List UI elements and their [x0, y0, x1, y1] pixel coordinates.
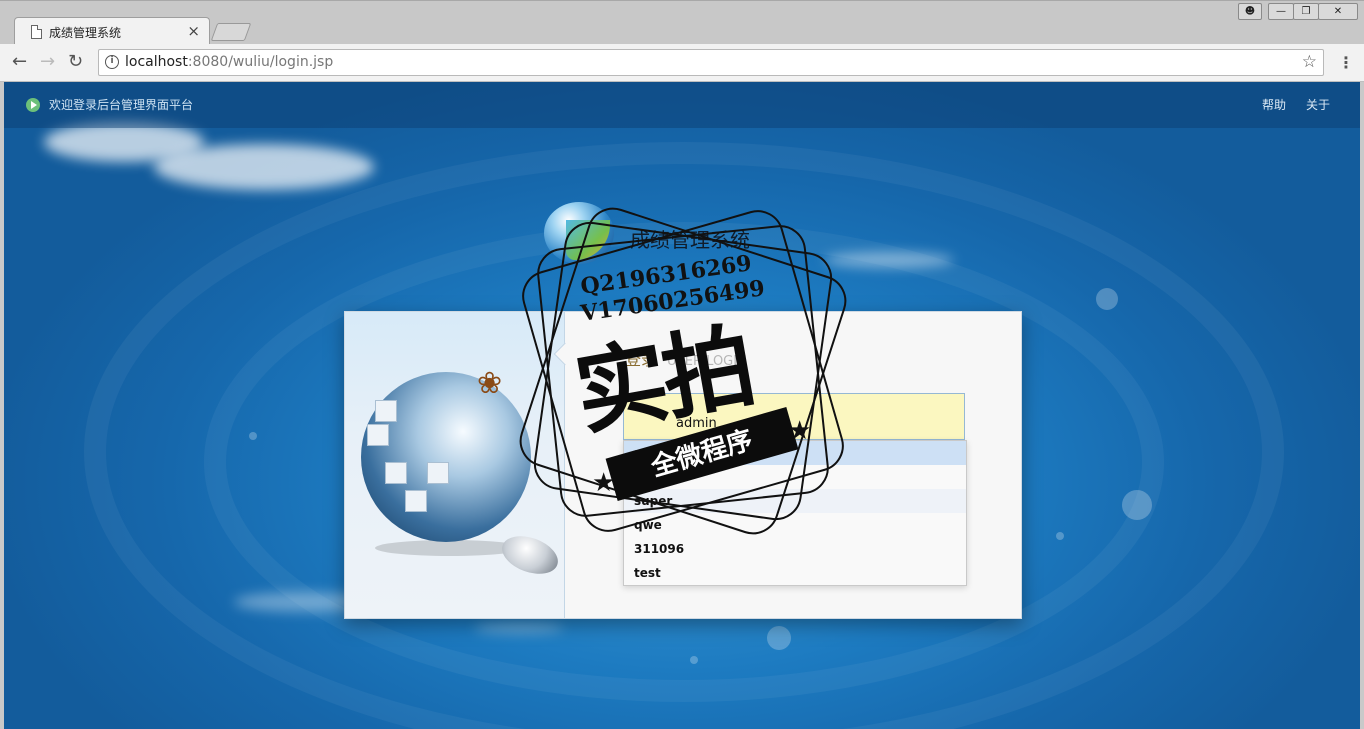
document-icon	[31, 25, 42, 39]
puzzle-piece	[385, 462, 407, 484]
login-heading: 登录 USER LOGIN	[625, 346, 747, 370]
login-illustration: ❀	[345, 312, 565, 618]
forward-arrow-icon[interactable]: →	[40, 52, 55, 72]
browser-toolbar: ← → ↻ i localhost:8080/wuliu/login.jsp ☆…	[0, 44, 1364, 82]
tab-title: 成绩管理系统	[49, 26, 122, 40]
butterfly-icon: ❀	[477, 366, 503, 401]
tab-close-icon[interactable]: ×	[187, 22, 200, 40]
window-titlebar: 成绩管理系统 × ☻ — ❐ ✕	[0, 0, 1364, 46]
profile-icon[interactable]: ☻	[1238, 3, 1262, 20]
reload-icon[interactable]: ↻	[68, 52, 83, 72]
autocomplete-item[interactable]: super	[624, 489, 966, 513]
cloud	[824, 252, 954, 268]
autocomplete-item[interactable]: admin	[624, 441, 966, 465]
logo-globe-icon	[544, 202, 614, 264]
autocomplete-item[interactable]: test	[624, 561, 966, 585]
bookmark-star-icon[interactable]: ☆	[1302, 52, 1317, 72]
welcome-text: 欢迎登录后台管理界面平台	[49, 98, 194, 112]
play-icon	[26, 98, 40, 112]
puzzle-piece	[375, 400, 397, 422]
puzzle-piece	[405, 490, 427, 512]
bubble	[1056, 532, 1064, 540]
login-card: ❀ 登录 USER LOGIN admin a super qwe 311096 …	[344, 311, 1022, 619]
new-tab-button[interactable]	[210, 23, 252, 41]
url-text: localhost:8080/wuliu/login.jsp	[125, 54, 333, 70]
cloud	[474, 622, 564, 634]
system-title: 成绩管理系统	[630, 228, 750, 252]
puzzle-globe-icon	[361, 372, 531, 542]
bubble	[690, 656, 698, 664]
bubble	[249, 432, 257, 440]
bubble	[1096, 288, 1118, 310]
kebab-menu-icon[interactable]: ⋮	[1338, 53, 1354, 72]
url-host: localhost	[125, 54, 188, 70]
cloud	[154, 144, 374, 190]
browser-tab[interactable]: 成绩管理系统 ×	[14, 17, 210, 46]
puzzle-piece	[427, 462, 449, 484]
computer-mouse-icon	[496, 529, 564, 581]
autocomplete-item[interactable]: 311096	[624, 537, 966, 561]
help-link[interactable]: 帮助	[1262, 96, 1286, 113]
address-bar[interactable]: i localhost:8080/wuliu/login.jsp ☆	[98, 49, 1324, 76]
about-link[interactable]: 关于	[1306, 96, 1330, 113]
autocomplete-item[interactable]: qwe	[624, 513, 966, 537]
username-input[interactable]	[623, 393, 965, 440]
close-window-icon[interactable]: ✕	[1318, 3, 1358, 20]
login-page: 欢迎登录后台管理界面平台 帮助 关于 成绩管理系统 ❀ 登录 USER LOGIN…	[4, 82, 1360, 729]
autocomplete-dropdown[interactable]: admin a super qwe 311096 test	[623, 440, 967, 586]
bubble	[767, 626, 791, 650]
login-heading-en: USER LOGIN	[667, 354, 747, 369]
maximize-icon[interactable]: ❐	[1293, 3, 1319, 20]
puzzle-piece	[367, 424, 389, 446]
bubble	[1122, 490, 1152, 520]
minimize-icon[interactable]: —	[1268, 3, 1294, 20]
page-header: 欢迎登录后台管理界面平台 帮助 关于	[4, 82, 1360, 128]
login-heading-cn: 登录	[625, 350, 658, 369]
autocomplete-item[interactable]: a	[624, 465, 966, 489]
back-arrow-icon[interactable]: ←	[12, 52, 27, 72]
info-icon[interactable]: i	[105, 55, 119, 69]
url-path: :8080/wuliu/login.jsp	[187, 54, 334, 70]
